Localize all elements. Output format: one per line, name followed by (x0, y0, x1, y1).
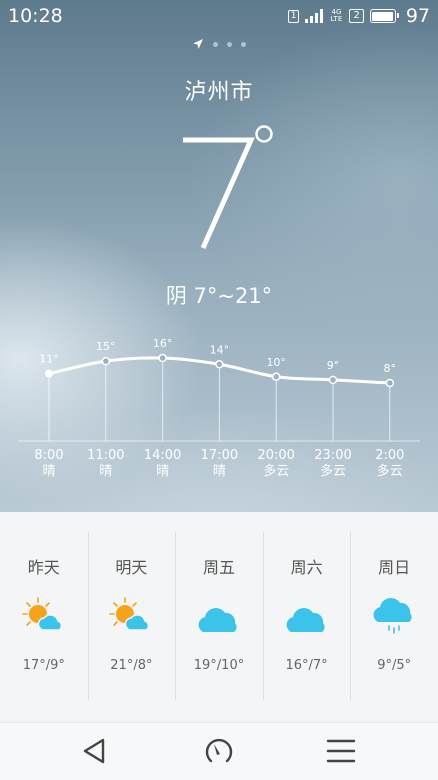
page-dot[interactable] (213, 41, 218, 47)
partly-sunny-icon (21, 596, 66, 636)
forecast-temperature-range: 19°/10° (193, 658, 245, 673)
navigation-bar (0, 722, 438, 780)
sim2-icon: 2 (349, 9, 364, 23)
hour-time-label: 11:00 (87, 448, 124, 463)
forecast-day-name: 明天 (115, 558, 148, 577)
temperature-label: 16° (153, 337, 173, 350)
hourly-temperature-chart: 11°8:00晴15°11:00晴16°14:00晴14°17:00晴10°20… (18, 337, 420, 479)
cloud-icon (197, 596, 241, 636)
temperature-point (215, 360, 224, 369)
temperature-label: 8° (384, 362, 397, 375)
forecast-temperature-range: 21°/8° (110, 658, 153, 673)
hour-time-label: 20:00 (257, 448, 294, 463)
sim1-icon: 1 (287, 9, 300, 23)
weather-background: 10:28 1 4G LTE 2 97 泸州市 7 阴 7°~21° 11° 8:… (0, 0, 438, 512)
hour-condition-label: 多云 (320, 463, 346, 479)
temperature-label: 9° (327, 359, 340, 372)
hour-condition-label: 晴 (99, 464, 112, 479)
temperature-point (385, 378, 395, 388)
hour-time-label: 14:00 (144, 448, 181, 463)
back-triangle-icon[interactable] (78, 735, 110, 767)
temperature-label: 15° (96, 340, 116, 353)
status-icons: 1 4G LTE 2 97 (287, 4, 430, 28)
gauge-icon[interactable] (203, 735, 235, 767)
temperature-label: 10° (266, 356, 286, 369)
hour-condition-label: 多云 (263, 463, 289, 479)
temperature-point (271, 372, 281, 381)
battery-icon (369, 9, 399, 23)
rain-cloud-icon (372, 596, 416, 636)
hour-time-label: 23:00 (314, 448, 351, 463)
degree-symbol (255, 125, 273, 143)
location-arrow-icon (193, 39, 203, 49)
temperature-point (101, 356, 111, 366)
cloud-icon (285, 596, 329, 636)
forecast-temperature-range: 9°/5° (377, 658, 412, 673)
forecast-day[interactable]: 周六 16°/7° (262, 532, 351, 700)
forecast-day-name: 周五 (202, 558, 235, 577)
forecast-temperature-range: 17°/9° (22, 658, 65, 673)
forecast-temperature-range: 16°/7° (285, 658, 328, 673)
menu-icon[interactable] (325, 735, 357, 767)
hour-condition-label: 晴 (213, 464, 226, 479)
page-dot[interactable] (227, 41, 232, 47)
battery-level: 97 (405, 5, 430, 27)
temperature-label: 14° (210, 343, 230, 356)
city-name[interactable]: 泸州市 (0, 74, 438, 106)
forecast-day-name: 昨天 (27, 558, 60, 577)
hour-time-label: 8:00 (34, 448, 63, 463)
hour-condition-label: 晴 (42, 464, 55, 479)
temperature-label: 11° (39, 353, 59, 366)
network-type-icon: 4G LTE (330, 8, 343, 23)
temperature-point (328, 375, 338, 385)
current-temperature: 7 (183, 125, 273, 250)
forecast-day[interactable]: 昨天 17°/9° (0, 532, 88, 700)
forecast-day[interactable]: 周五 19°/10° (175, 532, 263, 700)
hour-condition-label: 晴 (156, 464, 169, 479)
status-time: 10:28 (8, 5, 63, 27)
temperature-point (158, 353, 167, 363)
temperature-point (45, 369, 53, 378)
page-indicator[interactable] (0, 38, 438, 50)
forecast-day-name: 周六 (290, 558, 323, 577)
hour-condition-label: 多云 (377, 463, 403, 479)
today-range: 阴 7°~21° (165, 284, 273, 308)
temperature-digit (183, 137, 255, 250)
page-dot[interactable] (241, 41, 246, 47)
partly-sunny-icon (109, 596, 153, 636)
daily-forecast: 昨天 17°/9° 明天 21°/8° 周五 19°/10° 周六 16°/7° 周日 (0, 512, 438, 722)
hour-time-label: 17:00 (201, 448, 238, 463)
hour-time-label: 2:00 (375, 448, 404, 463)
forecast-day[interactable]: 明天 21°/8° (87, 532, 176, 700)
forecast-day-name: 周日 (378, 558, 411, 577)
status-bar: 10:28 1 4G LTE 2 97 (0, 0, 438, 32)
signal-icon (305, 9, 324, 23)
forecast-day[interactable]: 周日 9°/5° (350, 532, 438, 700)
